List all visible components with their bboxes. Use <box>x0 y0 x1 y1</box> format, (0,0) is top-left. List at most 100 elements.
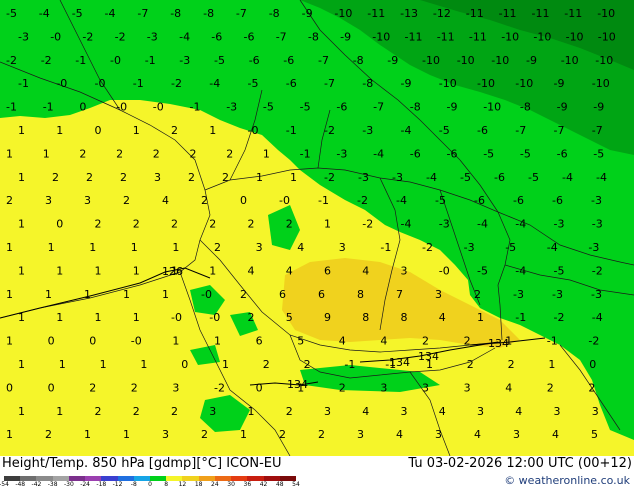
color-scale-tick: -48 <box>15 481 26 488</box>
temperature-label: 1 <box>172 241 179 254</box>
temperature-label: 1 <box>426 358 433 371</box>
temperature-label: -6 <box>211 30 222 43</box>
temperature-label: 2 <box>79 147 86 160</box>
temperature-label: -8 <box>520 101 531 114</box>
temperature-label: -0 <box>248 124 259 137</box>
temperature-label: 1 <box>297 381 304 394</box>
temperature-label: -2 <box>592 264 603 277</box>
temperature-label: -2 <box>362 218 373 231</box>
temperature-label: -10 <box>439 77 457 90</box>
temperature-label: 2 <box>464 335 471 348</box>
temperature-label: 2 <box>240 288 247 301</box>
temperature-label: -2 <box>588 335 599 348</box>
temperature-label: 1 <box>123 428 130 441</box>
temperature-label: 3 <box>513 428 520 441</box>
temperature-label: 2 <box>547 381 554 394</box>
temperature-label: -11 <box>499 7 517 20</box>
temperature-label: 1 <box>214 335 221 348</box>
temperature-label: -0 <box>56 77 67 90</box>
temperature-label: -5 <box>477 264 488 277</box>
temperature-label: 2 <box>6 194 13 207</box>
temperature-label: -3 <box>592 218 603 231</box>
temperature-label: 1 <box>6 241 13 254</box>
temperature-label: -5 <box>72 7 83 20</box>
temperature-label: 2 <box>222 171 229 184</box>
temperature-label: 1 <box>6 288 13 301</box>
temperature-label: -9 <box>593 101 604 114</box>
temperature-label: -10 <box>515 77 533 90</box>
temperature-label: -3 <box>513 288 524 301</box>
temperature-label: 1 <box>18 311 25 324</box>
temperature-label: 1 <box>209 264 216 277</box>
temperature-label: 3 <box>422 381 429 394</box>
temperature-label: 3 <box>435 288 442 301</box>
site-credit: © weatheronline.co.uk <box>504 474 630 487</box>
temperature-label: 1 <box>56 124 63 137</box>
temperature-label: 1 <box>6 147 13 160</box>
color-scale-tick: 30 <box>227 481 235 488</box>
temperature-label: -0 <box>171 311 182 324</box>
temperature-label: -10 <box>595 54 613 67</box>
temperature-label: -4 <box>401 218 412 231</box>
temperature-label: 1 <box>6 428 13 441</box>
temperature-label: 2 <box>153 147 160 160</box>
temperature-label: -0 <box>95 77 106 90</box>
temperature-label: -5 <box>214 54 225 67</box>
temperature-label: -11 <box>367 7 385 20</box>
temperature-label: 1 <box>18 218 25 231</box>
temperature-label: 2 <box>95 405 102 418</box>
temperature-label: -8 <box>353 54 364 67</box>
temperature-label: -13 <box>400 7 418 20</box>
temperature-label: 2 <box>120 171 127 184</box>
temperature-label: -3 <box>18 30 29 43</box>
temperature-label: 1 <box>240 428 247 441</box>
temperature-label: -1 <box>190 101 201 114</box>
temperature-label: 1 <box>248 405 255 418</box>
temperature-label: -6 <box>286 77 297 90</box>
temperature-label: 0 <box>48 335 55 348</box>
temperature-label: 5 <box>297 335 304 348</box>
temperature-label: -4 <box>39 7 50 20</box>
temperature-label: -8 <box>308 30 319 43</box>
temperature-label: -11 <box>405 30 423 43</box>
temperature-label: 4 <box>396 428 403 441</box>
temperature-label: -1 <box>380 241 391 254</box>
temperature-label: 2 <box>45 428 52 441</box>
temperature-label: 6 <box>279 288 286 301</box>
temperature-label: -4 <box>396 194 407 207</box>
temperature-label: -9 <box>447 101 458 114</box>
temperature-label: -1 <box>547 335 558 348</box>
temperature-label: 3 <box>554 405 561 418</box>
temperature-label: 3 <box>256 241 263 254</box>
temperature-label: -2 <box>214 381 225 394</box>
temperature-label: -10 <box>561 54 579 67</box>
temperature-label: -4 <box>209 77 220 90</box>
temperature-label: -10 <box>501 30 519 43</box>
temperature-label: 1 <box>162 288 169 301</box>
temperature-label: 1 <box>48 241 55 254</box>
temperature-label: -3 <box>362 124 373 137</box>
temperature-label: -7 <box>373 101 384 114</box>
temperature-label: -1 <box>385 358 396 371</box>
temperature-label: -6 <box>477 124 488 137</box>
color-scale-tick: -8 <box>130 481 137 488</box>
temperature-label: -7 <box>236 7 247 20</box>
temperature-label: -11 <box>532 7 550 20</box>
color-scale-tick: 24 <box>211 481 219 488</box>
temperature-label: 4 <box>248 264 255 277</box>
temperature-label: 4 <box>162 194 169 207</box>
temperature-label: 2 <box>52 171 59 184</box>
temperature-label: 2 <box>588 381 595 394</box>
temperature-label: -7 <box>592 124 603 137</box>
temperature-label: 0 <box>56 218 63 231</box>
temperature-label: 3 <box>435 428 442 441</box>
temperature-label: 0 <box>95 124 102 137</box>
temperature-label: 2 <box>188 171 195 184</box>
temperature-label: -10 <box>597 7 615 20</box>
temperature-label: 4 <box>552 428 559 441</box>
temperature-label: 2 <box>86 171 93 184</box>
temperature-label: 2 <box>474 288 481 301</box>
temperature-label: 0 <box>89 335 96 348</box>
color-scale-tick: 12 <box>178 481 187 488</box>
temperature-label: 8 <box>401 311 408 324</box>
